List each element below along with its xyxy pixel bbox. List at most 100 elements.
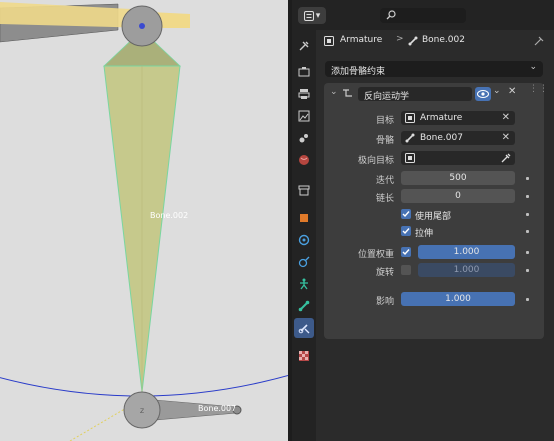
close-icon[interactable]: ✕ (508, 86, 516, 97)
iterations-label: 迭代 (375, 176, 394, 186)
search-icon (386, 10, 396, 20)
keyframe-dot[interactable] (526, 298, 529, 301)
pin-icon[interactable] (534, 36, 544, 46)
influence-label: 影响 (375, 297, 394, 307)
printer-icon (298, 89, 310, 99)
ik-constraint-icon (343, 89, 352, 97)
bone-field[interactable]: Bone.007 ✕ (401, 131, 515, 145)
armature-object-icon (324, 36, 334, 46)
tab-world[interactable] (294, 150, 314, 170)
stretch-label: 拉伸 (415, 229, 434, 239)
armature-figure-icon (300, 278, 308, 290)
object-icon (405, 153, 415, 163)
chain-length-field[interactable]: 0 (401, 189, 515, 203)
rotation-weight-value: 1.000 (453, 265, 480, 275)
bone-icon (408, 36, 418, 46)
add-bone-constraint-label: 添加骨骼约束 (331, 67, 386, 77)
tab-texture[interactable] (294, 346, 314, 366)
armature-object-icon (405, 113, 415, 123)
breadcrumb-bone: Bone.002 (422, 35, 465, 45)
chain-length-value: 0 (455, 191, 461, 201)
constraint-name-field[interactable]: 反向运动学 (358, 87, 472, 102)
ik-constraint-panel: ⌄ 反向运动学 ⌄ ✕ ⋮⋮ 目标 Armature ✕ 骨骼 Bone.007… (324, 83, 548, 339)
checkmark-icon (402, 211, 410, 218)
chevron-down-icon[interactable]: ⌄ (493, 86, 501, 96)
object-square-icon (300, 214, 308, 222)
influence-value: 1.000 (445, 294, 471, 304)
breadcrumb-separator: > (396, 34, 404, 44)
stretch-checkbox[interactable] (401, 226, 411, 236)
clear-bone-icon[interactable]: ✕ (502, 132, 510, 143)
eye-toggle[interactable] (475, 87, 491, 101)
position-weight-label: 位置权重 (357, 250, 394, 260)
3d-viewport[interactable]: Z Bone.002 Bone.007 (0, 0, 288, 441)
render-camera-icon (298, 67, 310, 77)
eye-icon (477, 90, 489, 98)
eyedropper-icon[interactable] (501, 153, 511, 163)
image-icon (298, 110, 310, 122)
editor-type-button[interactable]: ▾ (298, 7, 326, 24)
target-field[interactable]: Armature ✕ (401, 111, 515, 125)
bone-constraint-icon (298, 324, 310, 334)
tab-scene[interactable] (294, 128, 314, 148)
breadcrumb-armature: Armature (340, 35, 383, 45)
chevron-down-icon: ▾ (315, 10, 321, 21)
rotation-weight-field[interactable]: 1.000 (418, 263, 515, 277)
bone-constraints-content: Armature > Bone.002 添加骨骼约束 ⌄ ⌄ 反向运动学 ⌄ ✕… (316, 30, 554, 441)
keyframe-dot[interactable] (526, 269, 529, 272)
keyframe-dot[interactable] (526, 213, 529, 216)
clear-target-icon[interactable]: ✕ (502, 112, 510, 123)
tab-bone[interactable] (294, 296, 314, 316)
tab-bone-constraints[interactable] (294, 318, 314, 338)
bone-label: 骨骼 (375, 136, 394, 146)
viewport-scene: Z (0, 2, 288, 441)
constraint-link-icon (298, 256, 310, 268)
chevron-down-icon: ⌄ (529, 62, 537, 72)
wrench-screwdriver-icon (299, 41, 309, 51)
tab-armature-data[interactable] (294, 274, 314, 294)
iterations-field[interactable]: 500 (401, 171, 515, 185)
position-weight-value: 1.000 (453, 247, 480, 257)
tab-modifiers[interactable] (294, 230, 314, 250)
pole-target-field[interactable] (401, 151, 515, 165)
scene-icon (299, 134, 308, 143)
tab-view-layer[interactable] (294, 106, 314, 126)
rotation-checkbox[interactable] (401, 265, 411, 275)
tab-object[interactable] (294, 208, 314, 228)
tab-render[interactable] (294, 62, 314, 82)
tab-output[interactable] (294, 84, 314, 104)
bone-icon (298, 300, 310, 312)
physics-orbit-icon (298, 234, 310, 246)
properties-editor-icon (303, 10, 314, 21)
tab-collection[interactable] (294, 180, 314, 200)
breadcrumb: Armature > Bone.002 (316, 30, 554, 52)
chain-length-label: 链长 (375, 194, 394, 204)
add-bone-constraint-button[interactable]: 添加骨骼约束 ⌄ (325, 61, 543, 77)
rotation-label: 旋转 (375, 268, 394, 278)
keyframe-dot[interactable] (526, 195, 529, 198)
bone-007-label: Bone.007 (198, 404, 237, 413)
target-label: 目标 (375, 116, 394, 126)
target-value: Armature (420, 113, 463, 123)
keyframe-dot[interactable] (526, 251, 529, 254)
bone-value: Bone.007 (420, 133, 463, 143)
tab-tool[interactable] (294, 36, 314, 56)
collapse-chevron-icon[interactable]: ⌄ (330, 87, 338, 97)
tab-object-constraints[interactable] (294, 252, 314, 272)
keyframe-dot[interactable] (526, 230, 529, 233)
use-tail-checkbox[interactable] (401, 209, 411, 219)
search-input[interactable] (380, 8, 466, 23)
influence-field[interactable]: 1.000 (401, 292, 515, 306)
drag-handle-icon[interactable]: ⋮⋮ (529, 84, 549, 94)
position-checkbox[interactable] (401, 247, 411, 257)
world-icon (299, 155, 309, 165)
position-weight-field[interactable]: 1.000 (418, 245, 515, 259)
checkmark-icon (402, 228, 410, 235)
checker-texture-icon (299, 351, 309, 361)
properties-editor: ▾ Armature > Bone.002 添加骨骼约束 ⌄ ⌄ 反向运动学 ⌄… (292, 0, 554, 441)
keyframe-dot[interactable] (526, 177, 529, 180)
pole-target-label: 极向目标 (357, 156, 394, 166)
bone-icon (405, 133, 415, 143)
properties-tabs (292, 30, 316, 441)
checkmark-icon (402, 249, 410, 256)
